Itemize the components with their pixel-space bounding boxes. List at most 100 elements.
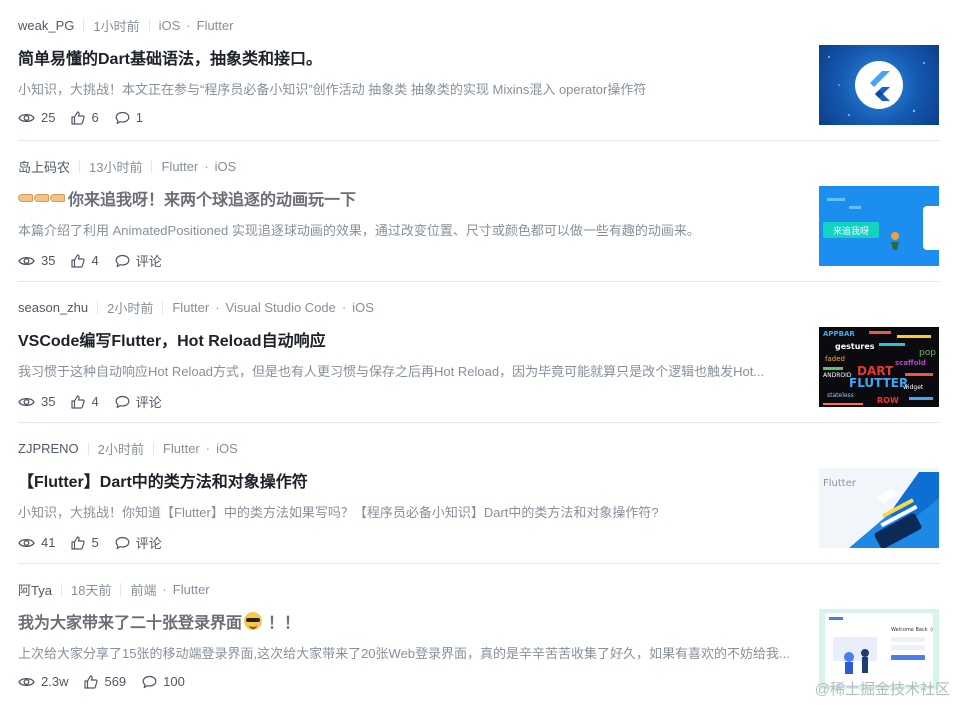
comment-button[interactable]: 评论 bbox=[115, 251, 162, 270]
author-name[interactable]: ZJPRENO bbox=[18, 441, 79, 456]
word-cloud-word: widget bbox=[903, 384, 924, 391]
comment-count: 100 bbox=[163, 674, 185, 689]
meta-divider bbox=[97, 300, 99, 314]
view-count: 35 bbox=[18, 253, 55, 268]
eye-icon bbox=[18, 538, 35, 547]
tag-dot: · bbox=[162, 581, 167, 597]
publish-time: 13小时前 bbox=[89, 159, 143, 175]
article-meta: 阿Tya 18天前 前端 · Flutter bbox=[18, 580, 210, 598]
article-item[interactable]: 岛上码农 13小时前 Flutter · iOS 你来追我呀！来两个球追逐的动画… bbox=[0, 141, 958, 282]
article-actions: 41 5 评论 bbox=[18, 533, 178, 552]
article-item[interactable]: ZJPRENO 2小时前 Flutter · iOS 【Flutter】Dart… bbox=[0, 423, 958, 564]
article-thumbnail[interactable]: Welcome Back :) bbox=[819, 609, 939, 689]
article-abstract[interactable]: 小知识，大挑战！你知道【Flutter】中的类方法如果写吗？【程序员必备小知识】… bbox=[18, 502, 796, 521]
comment-button[interactable]: 评论 bbox=[115, 392, 162, 411]
article-title[interactable]: 简单易懂的Dart基础语法，抽象类和接口。 bbox=[18, 45, 322, 69]
article-abstract[interactable]: 上次给大家分享了15张的移动端登录界面,这次给大家带来了20张Web登录界面，真… bbox=[18, 643, 796, 662]
tag-link[interactable]: Flutter bbox=[163, 441, 200, 456]
article-title[interactable]: VSCode编写Flutter，Hot Reload自动响应 bbox=[18, 327, 326, 351]
tag-link[interactable]: Flutter bbox=[197, 18, 234, 33]
like-button[interactable]: 5 bbox=[71, 535, 99, 550]
tag-link[interactable]: iOS bbox=[159, 18, 181, 33]
tag-link[interactable]: iOS bbox=[215, 159, 237, 174]
view-count-value: 25 bbox=[41, 110, 56, 125]
sunglasses-emoji-icon bbox=[244, 612, 263, 630]
thumbnail-caption: Welcome Back :) bbox=[891, 627, 933, 633]
like-count: 569 bbox=[104, 674, 127, 689]
site-watermark: @稀土掘金技术社区 bbox=[814, 681, 950, 698]
tag-link[interactable]: iOS bbox=[216, 441, 238, 456]
author-name[interactable]: weak_PG bbox=[18, 18, 74, 33]
like-count: 6 bbox=[91, 110, 99, 125]
article-thumbnail[interactable]: 来追我呀 bbox=[819, 186, 939, 266]
article-thumbnail[interactable]: Flutter bbox=[819, 468, 939, 548]
meta-divider bbox=[152, 441, 154, 455]
article-meta: ZJPRENO 2小时前 Flutter · iOS bbox=[18, 439, 238, 457]
like-button[interactable]: 569 bbox=[84, 674, 126, 689]
view-count: 2.3w bbox=[18, 674, 68, 689]
word-cloud-graphic: APPBAR DART FLUTTER gestures faded ROW p… bbox=[819, 327, 939, 407]
article-title[interactable]: 我为大家带来了二十张登录界面 ！！ bbox=[18, 609, 300, 633]
article-meta: 岛上码农 13小时前 Flutter · iOS bbox=[18, 157, 236, 175]
article-abstract[interactable]: 本篇介绍了利用 AnimatedPositioned 实现追逐球动画的效果，通过… bbox=[18, 220, 796, 239]
meta-divider bbox=[79, 159, 81, 173]
comment-count: 1 bbox=[135, 110, 143, 125]
eye-icon bbox=[18, 113, 35, 122]
article-thumbnail[interactable] bbox=[819, 45, 939, 125]
view-count-value: 35 bbox=[41, 394, 56, 409]
article-item[interactable]: weak_PG 1小时前 iOS · Flutter 简单易懂的Dart基础语法… bbox=[0, 0, 958, 141]
tag-link[interactable]: Flutter bbox=[161, 159, 198, 174]
tag-link[interactable]: 前端 bbox=[130, 580, 156, 599]
like-button[interactable]: 4 bbox=[71, 253, 99, 268]
publish-time: 2小时前 bbox=[97, 441, 144, 457]
comment-count: 评论 bbox=[135, 395, 162, 410]
thumbs-up-icon bbox=[71, 110, 86, 125]
word-cloud-word: APPBAR bbox=[823, 330, 855, 338]
author-name[interactable]: 岛上码农 bbox=[18, 157, 70, 176]
comment-button[interactable]: 1 bbox=[115, 110, 143, 125]
word-cloud-word: ROW bbox=[877, 396, 899, 405]
like-button[interactable]: 6 bbox=[71, 110, 99, 125]
like-count: 4 bbox=[91, 253, 99, 268]
author-name[interactable]: season_zhu bbox=[18, 300, 88, 315]
article-item[interactable]: season_zhu 2小时前 Flutter · Visual Studio … bbox=[0, 282, 958, 423]
comment-icon bbox=[115, 254, 130, 267]
comment-icon bbox=[115, 111, 130, 124]
article-abstract[interactable]: 我习惯于这种自动响应Hot Reload方式，但是也有人更习惯与保存之后再Hot… bbox=[18, 361, 796, 380]
author-name[interactable]: 阿Tya bbox=[18, 580, 52, 599]
view-count-value: 41 bbox=[41, 535, 56, 550]
meta-divider bbox=[60, 582, 62, 596]
article-abstract[interactable]: 小知识，大挑战！本文正在参与“程序员必备小知识”创作活动 抽象类 抽象类的实现 … bbox=[18, 79, 796, 98]
tag-link[interactable]: Visual Studio Code bbox=[226, 300, 336, 315]
tag-dot: · bbox=[215, 299, 220, 315]
word-cloud-word: faded bbox=[825, 355, 845, 363]
thumbnail-graphic: 来追我呀 bbox=[819, 186, 939, 266]
comment-count: 评论 bbox=[135, 536, 162, 551]
thumbs-up-icon bbox=[84, 674, 99, 689]
article-title[interactable]: 你来追我呀！来两个球追逐的动画玩一下 bbox=[18, 186, 356, 210]
like-button[interactable]: 4 bbox=[71, 394, 99, 409]
comment-icon bbox=[115, 395, 130, 408]
comment-button[interactable]: 评论 bbox=[115, 533, 162, 552]
article-meta: season_zhu 2小时前 Flutter · Visual Studio … bbox=[18, 298, 374, 316]
article-actions: 2.3w 569 100 bbox=[18, 674, 201, 689]
article-title[interactable]: 【Flutter】Dart中的类方法和对象操作符 bbox=[18, 468, 308, 492]
tag-dot: · bbox=[186, 17, 191, 33]
meta-divider bbox=[148, 18, 150, 32]
thumbnail-graphic: Welcome Back :) bbox=[819, 609, 939, 689]
thumbs-up-icon bbox=[71, 535, 86, 550]
like-count: 4 bbox=[91, 394, 99, 409]
comment-icon bbox=[115, 536, 130, 549]
thumbnail-caption: Flutter bbox=[823, 478, 857, 489]
tag-link[interactable]: Flutter bbox=[172, 300, 209, 315]
tag-link[interactable]: iOS bbox=[352, 300, 374, 315]
article-thumbnail[interactable]: APPBAR DART FLUTTER gestures faded ROW p… bbox=[819, 327, 939, 407]
comment-button[interactable]: 100 bbox=[142, 674, 185, 689]
publish-time: 2小时前 bbox=[107, 300, 154, 316]
comment-count: 评论 bbox=[135, 254, 162, 269]
tag-link[interactable]: Flutter bbox=[173, 582, 210, 597]
view-count: 25 bbox=[18, 110, 55, 125]
thumbs-up-icon bbox=[71, 253, 86, 268]
meta-divider bbox=[83, 18, 85, 32]
article-meta: weak_PG 1小时前 iOS · Flutter bbox=[18, 16, 233, 34]
